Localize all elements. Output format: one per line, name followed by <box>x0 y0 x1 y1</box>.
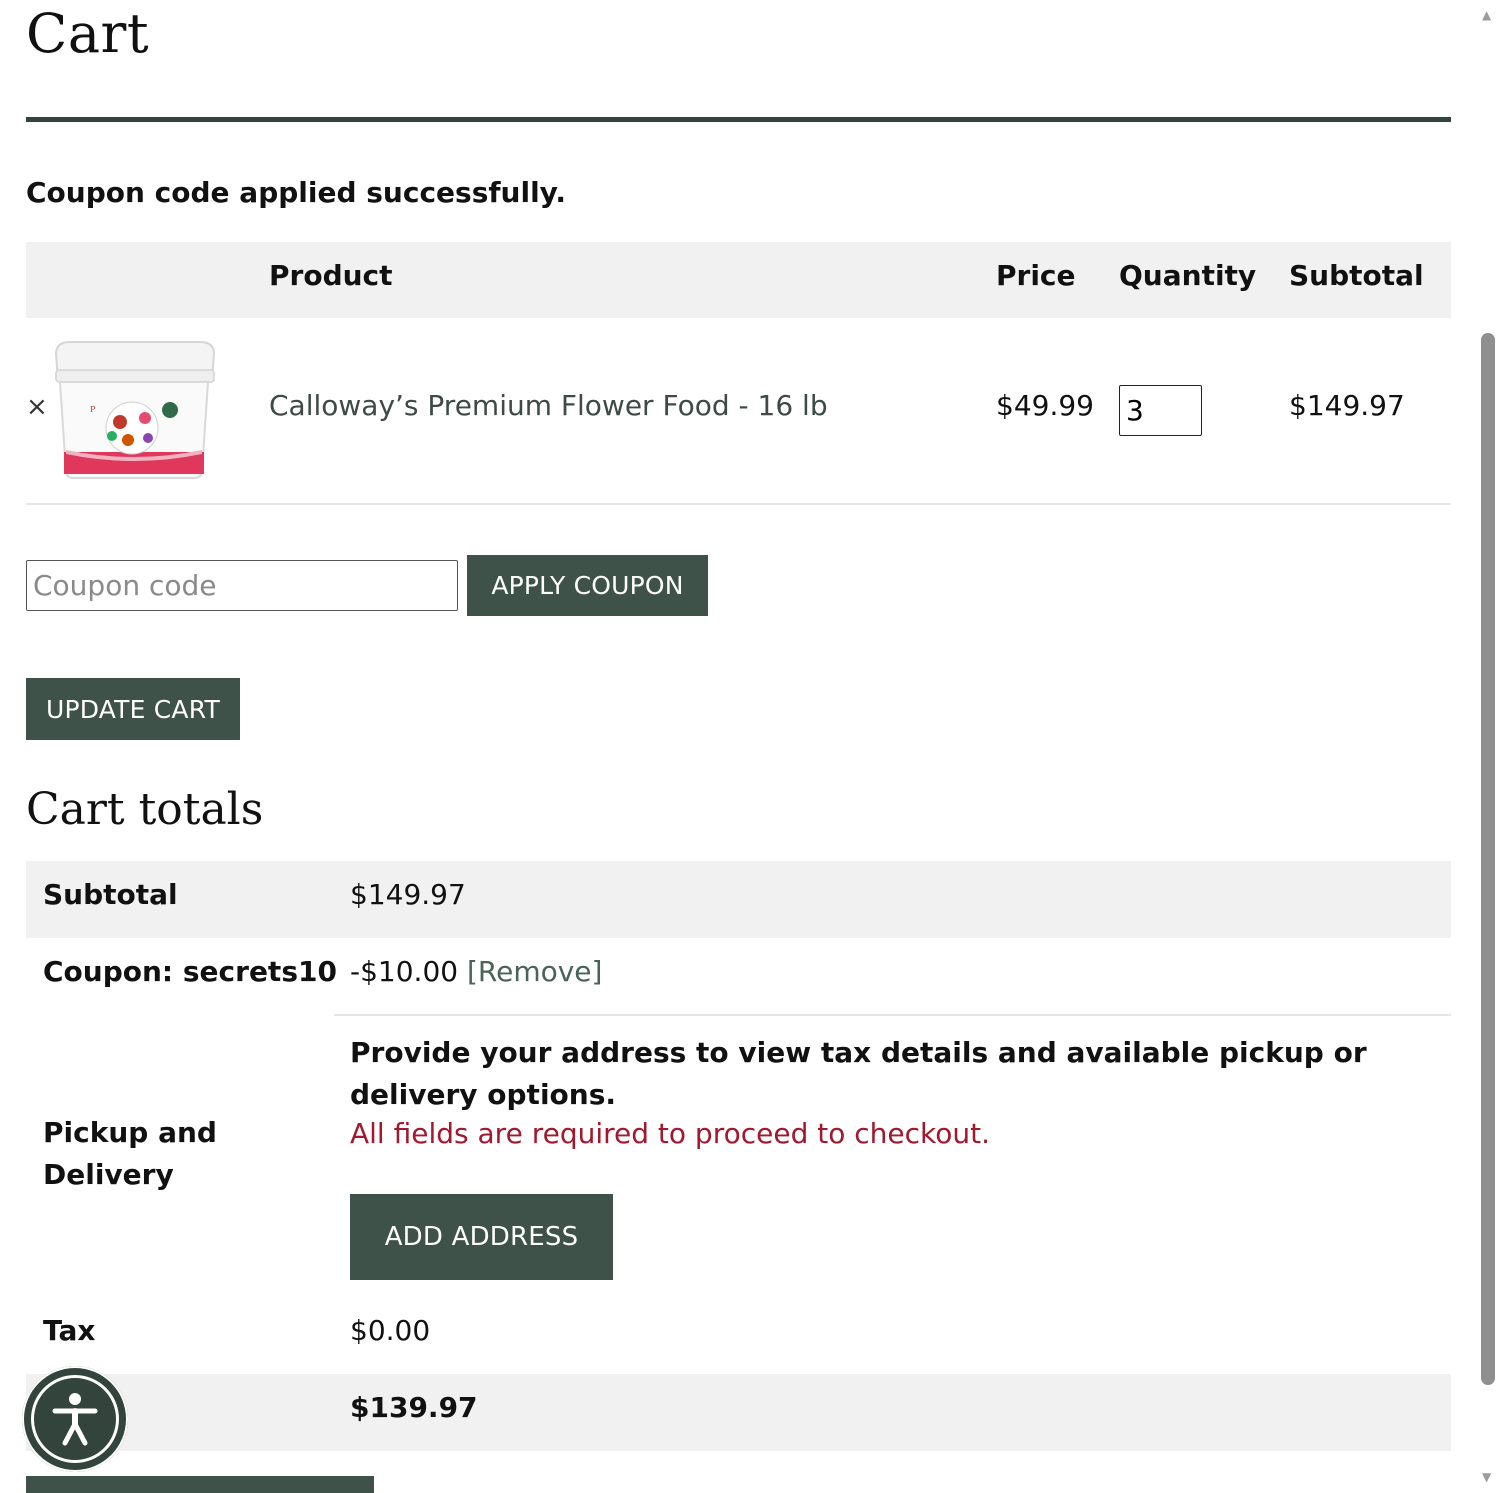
subtotal-label: Subtotal <box>43 878 178 911</box>
coupon-code-input[interactable] <box>26 560 458 611</box>
add-address-button[interactable]: ADD ADDRESS <box>350 1194 613 1280</box>
product-subtotal: $149.97 <box>1289 389 1405 422</box>
scroll-up-arrow-icon[interactable]: ▲ <box>1482 8 1491 22</box>
remove-item-button[interactable]: × <box>26 392 48 422</box>
header-subtotal: Subtotal <box>1289 259 1424 292</box>
cart-totals-title: Cart totals <box>26 784 264 835</box>
total-row <box>26 1374 1451 1451</box>
shipping-message: Provide your address to view tax details… <box>350 1036 1367 1111</box>
header-price: Price <box>996 259 1076 292</box>
scrollbar-thumb[interactable] <box>1481 333 1495 1385</box>
header-product: Product <box>269 259 393 292</box>
shipping-error: All fields are required to proceed to ch… <box>350 1117 990 1150</box>
tax-value: $0.00 <box>350 1314 431 1347</box>
header-quantity: Quantity <box>1119 259 1257 292</box>
coupon-divider <box>334 1014 1451 1016</box>
title-divider <box>26 117 1451 122</box>
update-cart-button[interactable]: UPDATE CART <box>26 678 240 740</box>
coupon-success-notice: Coupon code applied successfully. <box>26 176 566 209</box>
proceed-checkout-button[interactable] <box>26 1476 374 1493</box>
coupon-discount-value: -$10.00 <box>350 955 459 988</box>
product-price: $49.99 <box>996 389 1094 422</box>
total-value: $139.97 <box>350 1391 478 1424</box>
product-name-link[interactable]: Calloway’s Premium Flower Food - 16 lb <box>269 389 828 422</box>
tax-label: Tax <box>43 1314 96 1347</box>
apply-coupon-button[interactable]: APPLY COUPON <box>467 555 708 616</box>
coupon-discount: -$10.00 [Remove] <box>350 955 602 988</box>
page-title: Cart <box>26 2 150 65</box>
pickup-delivery-label: Pickup and Delivery <box>43 1116 217 1191</box>
remove-coupon-link[interactable]: [Remove] <box>467 955 602 988</box>
accessibility-person-icon <box>52 1393 98 1446</box>
quantity-input[interactable] <box>1119 385 1202 436</box>
accessibility-button[interactable] <box>22 1366 128 1472</box>
subtotal-value: $149.97 <box>350 878 466 911</box>
subtotal-row <box>26 861 1451 938</box>
svg-text:P: P <box>90 405 96 414</box>
scroll-down-arrow-icon[interactable]: ▼ <box>1482 1470 1491 1484</box>
row-divider <box>26 503 1451 505</box>
product-image[interactable]: P <box>50 340 218 482</box>
coupon-label: Coupon: secrets10 <box>43 955 337 988</box>
